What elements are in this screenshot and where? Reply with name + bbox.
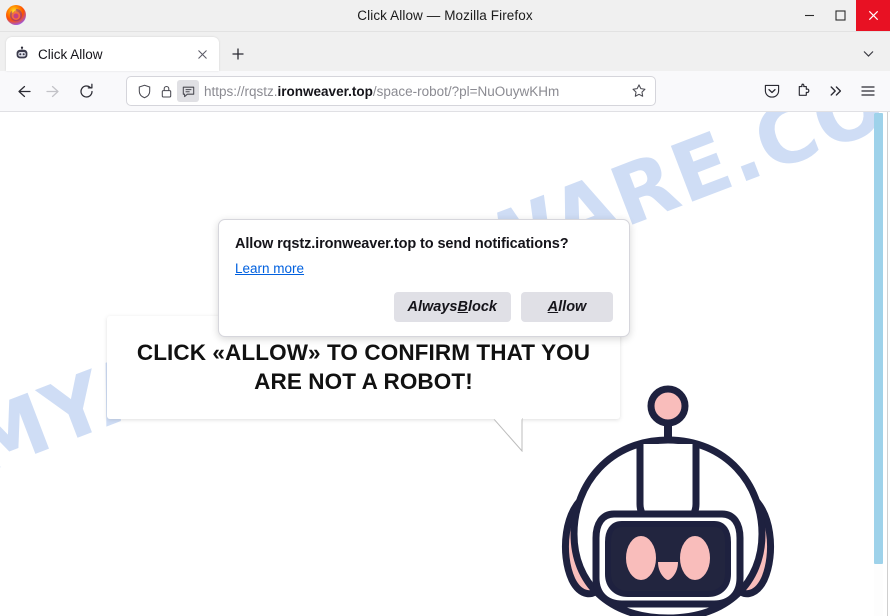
back-button[interactable] — [6, 75, 38, 107]
notification-permission-icon[interactable] — [177, 80, 199, 102]
shield-icon[interactable] — [133, 80, 155, 102]
tab-click-allow[interactable]: Click Allow — [6, 37, 219, 71]
minimize-button[interactable] — [794, 0, 825, 31]
allow-suffix: llow — [558, 299, 587, 315]
url-text[interactable]: https://rqstz.ironweaver.top/space-robot… — [204, 84, 627, 99]
speech-bubble-tail — [493, 418, 523, 452]
robot-favicon — [16, 46, 28, 59]
speech-bubble-line-2: ARE NOT A ROBOT! — [254, 368, 473, 394]
allow-button[interactable]: Allow — [521, 292, 613, 322]
vertical-scrollbar-thumb[interactable] — [874, 113, 883, 564]
new-tab-button[interactable] — [223, 39, 253, 69]
notification-permission-popup: Allow rqstz.ironweaver.top to send notif… — [218, 219, 630, 337]
close-button[interactable] — [856, 0, 890, 31]
speech-bubble-line-1: CLICK «ALLOW» TO CONFIRM THAT YOU — [136, 339, 591, 365]
tab-close-icon[interactable] — [193, 45, 211, 63]
padlock-icon[interactable] — [155, 80, 177, 102]
title-bar: Click Allow — Mozilla Firefox — [0, 0, 890, 32]
list-all-tabs-button[interactable] — [856, 41, 880, 65]
window-controls — [794, 0, 890, 31]
popup-title: Allow rqstz.ironweaver.top to send notif… — [235, 236, 569, 252]
allow-accesskey: A — [547, 299, 559, 315]
always-block-accesskey: B — [457, 299, 468, 315]
window-title: Click Allow — Mozilla Firefox — [357, 8, 533, 23]
firefox-logo — [6, 5, 26, 25]
scrollbar-gutter-edge — [887, 112, 888, 616]
browser-window: Click Allow — Mozilla Firefox Click Allo… — [0, 0, 890, 616]
tab-strip: Click Allow — [0, 32, 890, 71]
learn-more-link[interactable]: Learn more — [235, 261, 304, 276]
always-block-button[interactable]: Always Block — [393, 292, 511, 322]
navigation-toolbar: https://rqstz.ironweaver.top/space-robot… — [0, 71, 890, 111]
always-block-suffix: lock — [467, 299, 497, 315]
maximize-button[interactable] — [825, 0, 856, 31]
popup-actions: Always Block Allow — [235, 292, 613, 322]
pocket-icon[interactable] — [756, 75, 788, 107]
forward-button[interactable] — [38, 75, 70, 107]
toolbar-right-actions — [756, 75, 884, 107]
url-bar[interactable]: https://rqstz.ironweaver.top/space-robot… — [126, 76, 656, 106]
hamburger-menu-icon[interactable] — [852, 75, 884, 107]
page-content: MYANTISPYWARE.COM — [0, 111, 890, 616]
always-block-prefix: Always — [407, 299, 458, 315]
extensions-icon[interactable] — [788, 75, 820, 107]
speech-bubble-text: CLICK «ALLOW» TO CONFIRM THAT YOU ARE NO… — [137, 339, 590, 396]
bookmark-star-icon[interactable] — [627, 79, 651, 103]
tab-title: Click Allow — [38, 46, 103, 62]
reload-button[interactable] — [70, 75, 102, 107]
overflow-double-chevron-icon[interactable] — [820, 75, 852, 107]
